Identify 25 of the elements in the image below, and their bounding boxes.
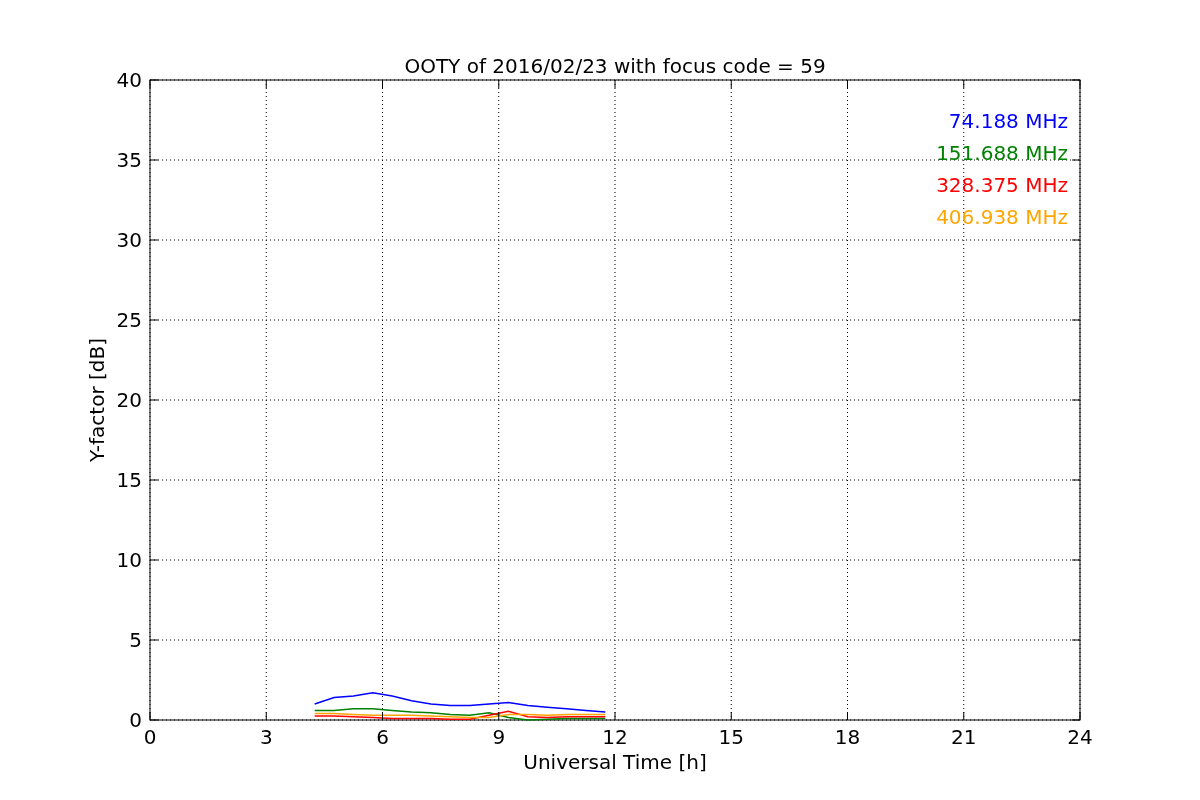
x-tick-label: 18 xyxy=(834,725,861,749)
y-tick-label: 5 xyxy=(129,628,142,652)
x-tick-label: 0 xyxy=(143,725,157,749)
y-tick-label: 25 xyxy=(116,308,142,332)
chart-title: OOTY of 2016/02/23 with focus code = 59 xyxy=(404,54,826,78)
x-tick-label: 9 xyxy=(492,725,506,749)
legend-label: 74.188 MHz xyxy=(948,109,1068,133)
y-axis-label: Y-factor [dB] xyxy=(85,338,109,462)
x-tick-label: 24 xyxy=(1067,725,1093,749)
x-tick-label: 6 xyxy=(376,725,389,749)
x-axis-label: Universal Time [h] xyxy=(523,750,707,774)
y-tick-label: 0 xyxy=(129,708,142,732)
legend-label: 151.688 MHz xyxy=(936,141,1068,165)
y-tick-label: 35 xyxy=(116,148,142,172)
y-tick-label: 20 xyxy=(116,388,142,412)
x-tick-label: 15 xyxy=(718,725,744,749)
y-tick-label: 10 xyxy=(116,548,142,572)
legend-label: 406.938 MHz xyxy=(936,205,1068,229)
legend-label: 328.375 MHz xyxy=(936,173,1068,197)
x-tick-label: 3 xyxy=(259,725,273,749)
y-tick-label: 40 xyxy=(116,68,142,92)
x-tick-label: 21 xyxy=(951,725,977,749)
x-tick-label: 12 xyxy=(602,725,628,749)
y-tick-label: 15 xyxy=(116,468,142,492)
y-tick-label: 30 xyxy=(116,228,142,252)
